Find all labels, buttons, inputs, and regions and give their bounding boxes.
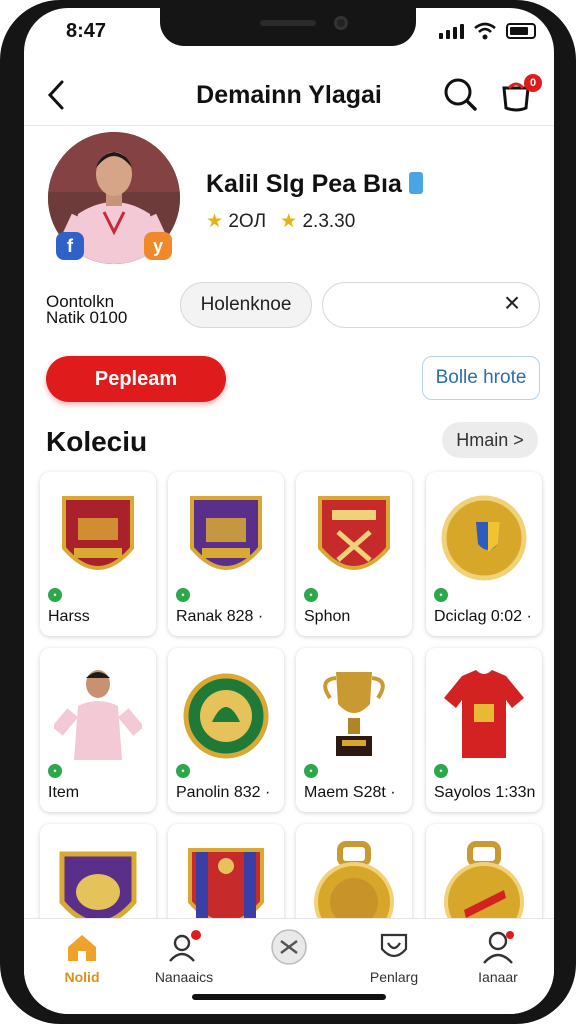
secondary-button[interactable]: Bolle hrote: [422, 356, 540, 400]
tab-nanaaics[interactable]: Nanaaics: [134, 929, 234, 999]
status-dot: •: [48, 588, 62, 602]
card-label: Ranak 828 ·: [176, 608, 264, 625]
social-icon[interactable]: y: [144, 232, 172, 260]
filter-row: Oontolkn Natik 0100 Holenknoe ×: [24, 280, 554, 332]
card-label: Maem S28t ·: [304, 784, 396, 801]
collection-card[interactable]: • Sphon: [296, 472, 412, 636]
status-time: 8:47: [66, 20, 107, 42]
front-camera: [334, 16, 348, 30]
search-field[interactable]: ×: [322, 282, 540, 328]
crest-green-image: [183, 673, 269, 759]
card-label: Panolin 832 ·: [176, 784, 271, 801]
trophy-image: [323, 672, 385, 756]
medal-gold-image: [441, 495, 527, 581]
stat-2: ★ 2.3.30: [280, 211, 356, 232]
user-icon: [483, 931, 514, 964]
tab-label: Nolid: [64, 969, 100, 985]
profile-stats: ★ 2OЛ ★ 2.3.30: [206, 210, 355, 233]
tab-ianaar[interactable]: Ianaar: [448, 929, 548, 999]
collection-card[interactable]: • Sayolos 1:33n: [426, 648, 542, 812]
status-icons: [439, 22, 536, 40]
card-label: Sphon: [304, 608, 351, 625]
heart-shield-icon: [380, 933, 408, 958]
profile-notify-icon: [169, 930, 201, 962]
filter-label: Oontolkn Natik 0100: [46, 292, 128, 327]
card-label: Item: [48, 784, 80, 801]
phone-icon: [408, 172, 423, 194]
search-input[interactable]: [337, 291, 497, 319]
tab-label: Penlarg: [369, 969, 419, 985]
crest-red2-image: [318, 496, 390, 570]
star-icon: ★: [280, 211, 298, 232]
status-dot: •: [48, 764, 62, 778]
section-title: Koleciu: [46, 426, 148, 457]
bag-badge: 0: [524, 74, 542, 92]
collection-card[interactable]: • Ranak 828 ·: [168, 472, 284, 636]
stat-1: ★ 2OЛ: [206, 211, 267, 232]
card-label: Harss: [48, 608, 90, 625]
jersey-image: [444, 670, 524, 758]
status-dot: •: [176, 588, 190, 602]
screen: 8:47 Demainn Ylagai 0 f y Kalil Slg Pea …: [24, 8, 554, 1014]
collection-card[interactable]: • Panolin 832 ·: [168, 648, 284, 812]
primary-button[interactable]: Pepleam: [46, 356, 226, 402]
crest-red-image: [62, 496, 134, 570]
profile-card: f y Kalil Slg Pea Bıa ★ 2OЛ ★ 2.3.30: [24, 126, 554, 266]
collection-card[interactable]: • Maem S28t ·: [296, 648, 412, 812]
profile-name: Kalil Slg Pea Bıa: [206, 170, 423, 199]
notch: [160, 8, 416, 46]
crest-purple-image: [190, 496, 262, 570]
player-image: [54, 670, 142, 760]
top-app-bar: Demainn Ylagai 0: [24, 64, 554, 126]
tab-center[interactable]: [239, 929, 339, 999]
center-action-icon: [271, 929, 307, 965]
status-dot: •: [434, 588, 448, 602]
status-dot: •: [434, 764, 448, 778]
see-all-button[interactable]: Hmain >: [442, 422, 538, 458]
tab-penlarg[interactable]: Penlarg: [344, 929, 444, 999]
wifi-icon: [474, 22, 496, 40]
signal-icon: [439, 23, 464, 39]
phone-frame: 8:47 Demainn Ylagai 0 f y Kalil Slg Pea …: [0, 0, 576, 1024]
search-icon[interactable]: [442, 76, 478, 112]
speaker: [260, 20, 316, 26]
collection-card[interactable]: • Item: [40, 648, 156, 812]
tab-nolid[interactable]: Nolid: [32, 929, 132, 999]
close-icon[interactable]: ×: [499, 289, 525, 317]
status-dot: •: [304, 764, 318, 778]
collection-card[interactable]: • Harss: [40, 472, 156, 636]
star-icon: ★: [206, 211, 224, 232]
status-dot: •: [304, 588, 318, 602]
home-indicator: [192, 994, 386, 1000]
home-icon: [68, 935, 96, 961]
filter-chip[interactable]: Holenknoe: [180, 282, 312, 328]
battery-icon: [506, 23, 536, 39]
status-dot: •: [176, 764, 190, 778]
card-label: Sayolos 1:33n: [434, 784, 536, 801]
card-label: Dciclag 0:02 ·: [434, 608, 532, 625]
collection-card[interactable]: • Dciclag 0:02 ·: [426, 472, 542, 636]
tab-label: Nanaaics: [154, 969, 214, 985]
facebook-icon[interactable]: f: [56, 232, 84, 260]
tab-label: Ianaar: [478, 969, 518, 985]
